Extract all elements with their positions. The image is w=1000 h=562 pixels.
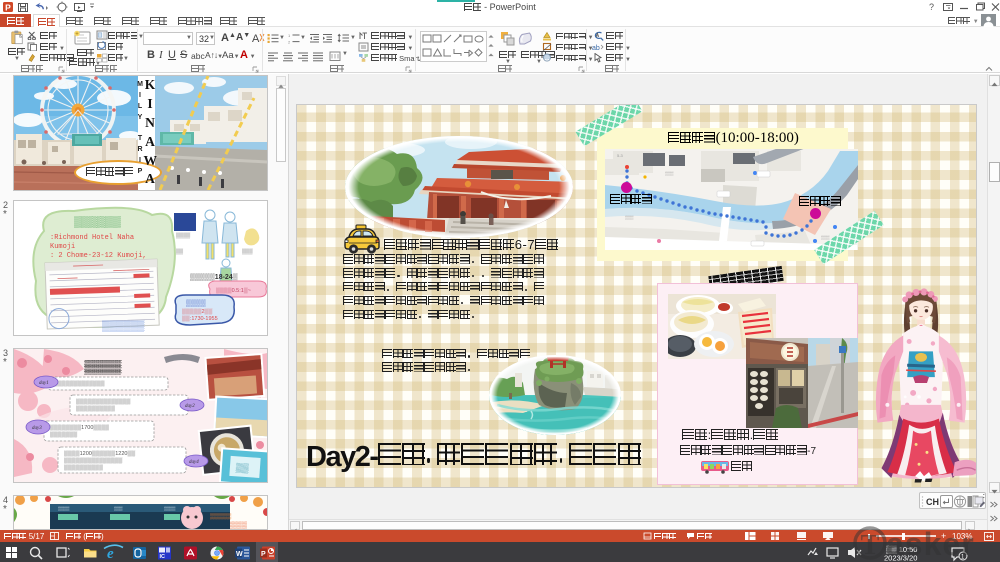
svg-text:▒▒▒▒▒▒▒▒▒▒▒▒▒▒: ▒▒▒▒▒▒▒▒▒▒▒▒▒▒ (76, 398, 131, 405)
svg-text:1: 1 (288, 33, 291, 38)
svg-text:day3: day3 (32, 426, 42, 431)
svg-text:e: e (107, 546, 114, 562)
svg-text:▒▒▒▒: ▒▒▒▒ (85, 359, 123, 375)
svg-text:: 2 Chome-23-12 Kumoji,: : 2 Chome-23-12 Kumoji, (50, 252, 147, 260)
svg-text:▒▒▒: ▒▒▒ (242, 248, 253, 255)
svg-text:▒▒▒▒▒▒▒▒▒▒: ▒▒▒▒▒▒▒▒▒▒ (76, 405, 115, 412)
svg-text:day1: day1 (39, 381, 49, 386)
svg-text:▒▒▒▒▒▒▒: ▒▒▒▒▒▒▒ (50, 431, 77, 438)
svg-text:▒▒▒▒▒18-24▒: ▒▒▒▒▒18-24▒ (190, 273, 238, 281)
svg-text:W: W (236, 551, 243, 558)
svg-text:5-3: 5-3 (617, 153, 624, 158)
svg-text:▒▒▒▒: ▒▒▒▒ (186, 299, 206, 307)
svg-text:▒▒▒▒▒▒▒▒▒▒: ▒▒▒▒▒▒▒▒▒▒ (64, 464, 103, 471)
svg-text:▒▒▒▒▒▒: ▒▒▒▒▒▒ (74, 215, 121, 228)
svg-text:▒▒▒: ▒▒▒ (665, 171, 674, 176)
svg-text:▒▒▒▒1200▒▒▒▒▒▒1220▒▒: ▒▒▒▒1200▒▒▒▒▒▒1220▒▒ (64, 450, 135, 457)
svg-text:2: 2 (288, 39, 291, 44)
svg-text:▒▒▒▒▒▒▒▒▒▒▒▒▒: ▒▒▒▒▒▒▒▒▒▒▒▒▒ (54, 380, 105, 387)
svg-text:▒▒▒▒▒▒▒▒1700▒▒▒▒: ▒▒▒▒▒▒▒▒1700▒▒▒▒ (50, 424, 109, 431)
svg-text:▒▒▒▒: ▒▒▒▒ (58, 506, 70, 511)
svg-text:▒▒▒▒▒▒: ▒▒▒▒▒▒ (102, 320, 145, 332)
svg-text:ab: ab (592, 45, 600, 52)
svg-text:▒▒▒▒▒▒▒▒▒▒▒▒▒▒▒: ▒▒▒▒▒▒▒▒▒▒▒▒▒▒▒ (64, 457, 123, 464)
svg-text:day4: day4 (189, 460, 199, 465)
svg-text:▒▒▒: ▒▒▒ (625, 215, 634, 220)
svg-text:2023/3/20: 2023/3/20 (884, 553, 917, 562)
svg-text:▒▒▒▒: ▒▒▒▒ (176, 232, 191, 239)
svg-text:Kumoji: Kumoji (50, 243, 75, 251)
svg-text:P: P (5, 3, 11, 13)
svg-text:▒▒▒▒▒2▒▒: ▒▒▒▒▒2▒▒ (182, 308, 212, 315)
svg-text:▒▒▒: ▒▒▒ (230, 521, 247, 530)
svg-text:A: A (252, 33, 260, 44)
svg-text:P: P (261, 551, 266, 558)
svg-text:▒▒▒▒0.5:1▒~: ▒▒▒▒0.5:1▒~ (216, 287, 251, 294)
svg-text:▒▒▒: ▒▒▒ (114, 506, 123, 511)
svg-text::Richmond Hotel Naha: :Richmond Hotel Naha (50, 234, 134, 242)
svg-text:▒▒▒▒▒: ▒▒▒▒▒ (210, 513, 232, 520)
svg-text:▒▒▒▒: ▒▒▒▒ (164, 506, 176, 511)
svg-text:▒▒:1730-1955: ▒▒:1730-1955 (182, 315, 218, 322)
svg-text:?: ? (929, 2, 934, 12)
svg-text:day2: day2 (185, 404, 195, 409)
svg-text:CH: CH (926, 497, 939, 507)
svg-text:▒▒: ▒▒ (176, 248, 184, 255)
svg-text:IC: IC (160, 554, 166, 560)
